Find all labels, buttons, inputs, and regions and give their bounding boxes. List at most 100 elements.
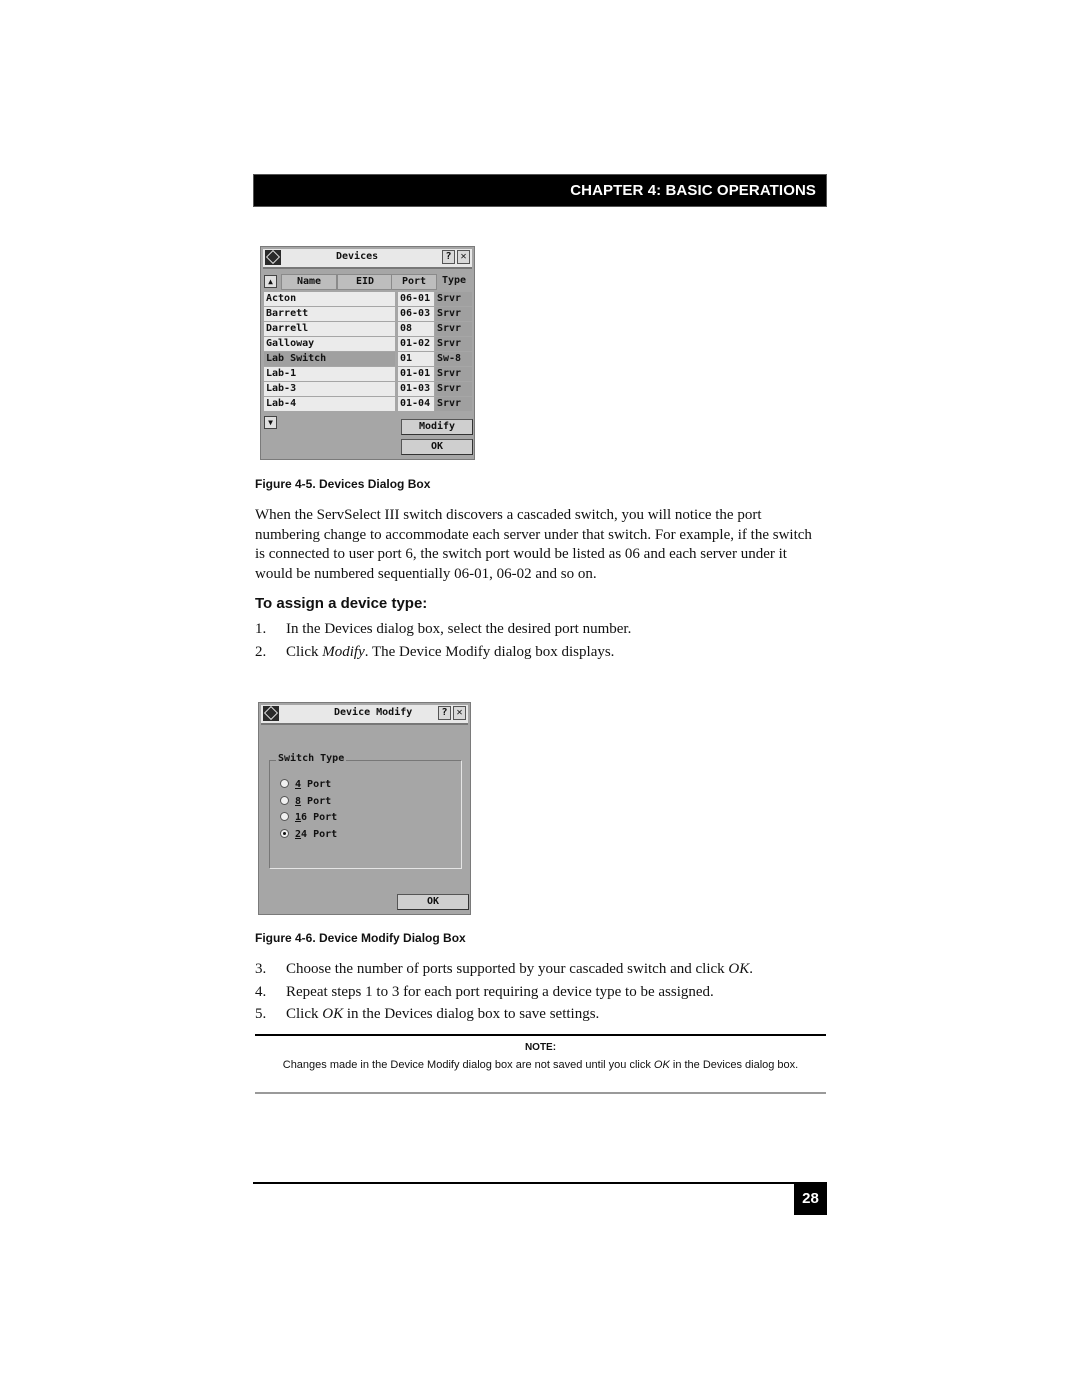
step-number: 1. <box>255 621 267 637</box>
column-header-eid[interactable]: EID <box>337 274 393 290</box>
footer-rule <box>253 1182 827 1184</box>
step-emphasis: OK <box>322 1006 344 1022</box>
step-text: In the Devices dialog box, select the de… <box>286 621 632 637</box>
device-name-cell: Acton <box>264 292 395 306</box>
note-text-post: in the Devices dialog box. <box>669 1059 799 1071</box>
radio-icon <box>280 811 289 821</box>
step-number: 3. <box>255 961 267 977</box>
device-row[interactable]: Acton 06-01 Srvr <box>264 292 472 307</box>
step-number: 4. <box>255 984 267 1000</box>
device-type-cell: Sw-8 <box>435 352 472 366</box>
step-text: Click <box>286 1006 323 1022</box>
note-text: Changes made in the Device Modify dialog… <box>275 1057 806 1073</box>
body-paragraph: When the ServSelect III switch discovers… <box>255 507 812 582</box>
column-header-name[interactable]: Name <box>281 274 337 290</box>
device-port-cell: 01 <box>398 352 434 366</box>
radio-label: Port <box>307 812 338 823</box>
step-5: 5. Click OK in the Devices dialog box to … <box>255 1006 599 1023</box>
step-text: . The Device Modify dialog box displays. <box>364 644 615 660</box>
device-name-cell: Lab-3 <box>264 382 395 396</box>
device-name-cell: Lab Switch <box>264 352 395 366</box>
device-list: Acton 06-01 Srvr Barrett 06-03 Srvr Darrell 08 S… <box>264 292 472 412</box>
radio-label: Port <box>301 796 332 807</box>
step-text: Repeat steps 1 to 3 for each port requir… <box>286 984 714 1000</box>
device-type-cell: Srvr <box>435 322 472 336</box>
device-modify-dialog: Device Modify ? ✕ Switch Type 4 Port 8 P… <box>258 702 471 915</box>
sort-up-icon[interactable]: ▲ <box>264 275 277 288</box>
radio-label: Port <box>307 829 338 840</box>
step-4: 4. Repeat steps 1 to 3 for each port requ… <box>255 984 714 1001</box>
device-port-cell: 06-03 <box>398 307 434 321</box>
modify-button[interactable]: Modify <box>401 419 473 435</box>
title-bar: Device Modify ? ✕ <box>261 705 468 725</box>
step-text: in the Devices dialog box to save settin… <box>343 1006 600 1022</box>
radio-24-port[interactable]: 24 Port <box>280 828 337 842</box>
note-text-pre: Changes made in the Device Modify dialog… <box>282 1059 654 1071</box>
device-type-cell: Srvr <box>435 367 472 381</box>
help-button[interactable]: ? <box>438 706 451 720</box>
step-number: 5. <box>255 1006 267 1022</box>
column-header-port[interactable]: Port <box>391 274 437 290</box>
device-row[interactable]: Lab-1 01-01 Srvr <box>264 367 472 382</box>
figure-caption: Figure 4-5. Devices Dialog Box <box>255 477 431 491</box>
figure-caption: Figure 4-6. Device Modify Dialog Box <box>255 931 466 945</box>
device-port-cell: 01-03 <box>398 382 434 396</box>
radio-icon <box>280 795 289 805</box>
note-emphasis: OK <box>653 1059 670 1071</box>
device-type-cell: Srvr <box>435 397 472 411</box>
device-name-cell: Lab-4 <box>264 397 395 411</box>
title-bar: Devices ? ✕ <box>263 249 472 269</box>
radio-label: Port <box>301 779 332 790</box>
device-type-cell: Srvr <box>435 382 472 396</box>
app-logo-icon <box>263 706 279 721</box>
step-text: Click <box>286 644 323 660</box>
help-button[interactable]: ? <box>442 250 455 264</box>
device-name-cell: Lab-1 <box>264 367 395 381</box>
device-port-cell: 01-04 <box>398 397 434 411</box>
step-1: 1. In the Devices dialog box, select the … <box>255 621 631 638</box>
device-row[interactable]: Darrell 08 Srvr <box>264 322 472 337</box>
radio-4-port[interactable]: 4 Port <box>280 778 331 792</box>
step-emphasis: Modify <box>322 644 365 660</box>
device-row[interactable]: Barrett 06-03 Srvr <box>264 307 472 322</box>
close-button[interactable]: ✕ <box>453 706 466 720</box>
device-type-cell: Srvr <box>435 307 472 321</box>
app-logo-icon <box>265 250 281 265</box>
device-name-cell: Darrell <box>264 322 395 336</box>
radio-16-port[interactable]: 16 Port <box>280 811 337 825</box>
device-name-cell: Barrett <box>264 307 395 321</box>
radio-8-port[interactable]: 8 Port <box>280 795 331 809</box>
step-3: 3. Choose the number of ports supported b… <box>255 961 753 978</box>
close-button[interactable]: ✕ <box>457 250 470 264</box>
device-port-cell: 06-01 <box>398 292 434 306</box>
device-row[interactable]: Lab Switch 01 Sw-8 <box>264 352 472 367</box>
step-emphasis: OK <box>728 961 750 977</box>
dialog-title: Device Modify <box>334 707 413 718</box>
group-label: Switch Type <box>276 753 347 764</box>
step-number: 2. <box>255 644 267 660</box>
device-port-cell: 01-01 <box>398 367 434 381</box>
ok-button[interactable]: OK <box>401 439 473 455</box>
note-bottom-rule <box>255 1092 826 1094</box>
chapter-title: CHAPTER 4: BASIC OPERATIONS <box>570 182 816 199</box>
device-row[interactable]: Lab-3 01-03 Srvr <box>264 382 472 397</box>
section-heading: To assign a device type: <box>255 595 428 612</box>
ok-button[interactable]: OK <box>397 894 469 910</box>
radio-checked-icon <box>280 828 289 838</box>
note-label: NOTE: <box>524 1042 557 1053</box>
name-header-label: Name <box>296 276 322 287</box>
device-row[interactable]: Lab-4 01-04 Srvr <box>264 397 472 412</box>
sort-down-icon[interactable]: ▼ <box>264 416 277 429</box>
device-type-cell: Srvr <box>435 337 472 351</box>
device-port-cell: 08 <box>398 322 434 336</box>
page-number: 28 <box>794 1183 827 1215</box>
note-top-rule <box>255 1034 826 1036</box>
switch-type-group: Switch Type 4 Port 8 Port 16 Port 24 Por… <box>269 753 462 869</box>
port-header-label: Port <box>401 276 427 287</box>
devices-dialog: Devices ? ✕ ▲ Name EID Port Type Acton 06… <box>260 246 475 460</box>
step-text: Choose the number of ports supported by … <box>286 961 729 977</box>
eid-header-label: EID <box>355 276 375 287</box>
device-row[interactable]: Galloway 01-02 Srvr <box>264 337 472 352</box>
dialog-title: Devices <box>336 251 379 262</box>
type-header-label: Type <box>441 275 467 286</box>
